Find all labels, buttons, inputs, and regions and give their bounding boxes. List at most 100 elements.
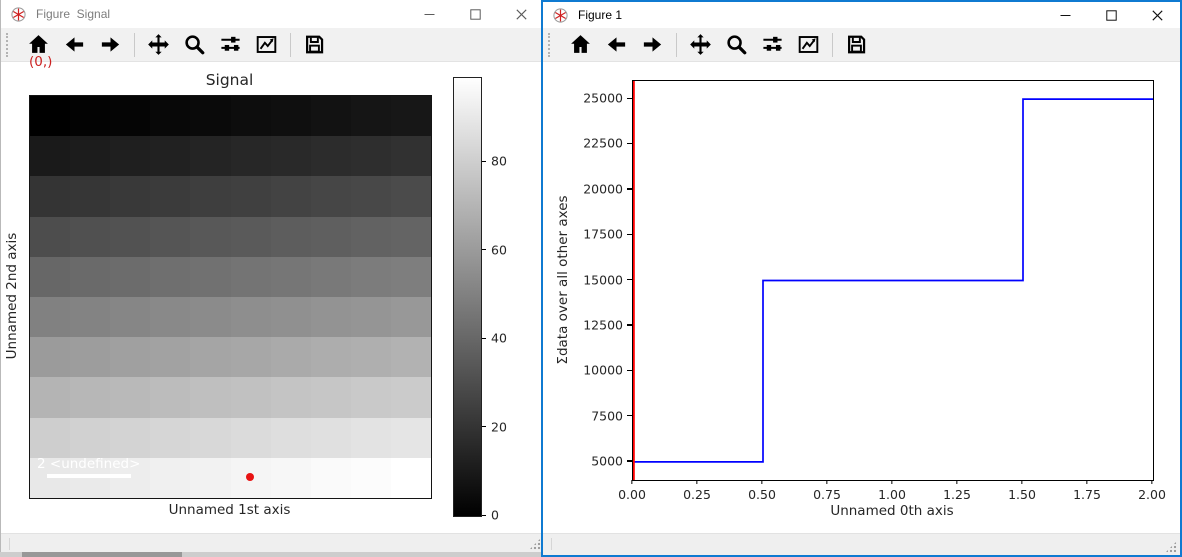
heatmap-cell[interactable] (30, 377, 72, 419)
heatmap-cell[interactable] (70, 418, 112, 460)
heatmap-cell[interactable] (271, 458, 313, 499)
heatmap-cell[interactable] (70, 257, 112, 299)
heatmap-cell[interactable] (391, 297, 432, 339)
position-marker-dot[interactable] (246, 473, 254, 481)
heatmap-cell[interactable] (271, 176, 313, 218)
heatmap-cell[interactable] (271, 257, 313, 299)
signal-heatmap[interactable] (29, 95, 432, 499)
heatmap-cell[interactable] (311, 96, 353, 138)
heatmap-cell[interactable] (351, 176, 393, 218)
heatmap-cell[interactable] (30, 297, 72, 339)
heatmap-cell[interactable] (190, 377, 232, 419)
heatmap-cell[interactable] (391, 136, 432, 178)
heatmap-cell[interactable] (391, 96, 432, 138)
back-button[interactable] (59, 30, 90, 59)
heatmap-cell[interactable] (231, 257, 273, 299)
heatmap-cell[interactable] (271, 96, 313, 138)
heatmap-cell[interactable] (150, 217, 192, 259)
heatmap-cell[interactable] (110, 217, 152, 259)
heatmap-cell[interactable] (150, 377, 192, 419)
heatmap-cell[interactable] (70, 297, 112, 339)
heatmap-cell[interactable] (190, 96, 232, 138)
heatmap-cell[interactable] (311, 418, 353, 460)
configure-subplots-button[interactable] (215, 30, 246, 59)
heatmap-cell[interactable] (271, 217, 313, 259)
resize-grip[interactable] (1165, 541, 1177, 553)
heatmap-cell[interactable] (351, 96, 393, 138)
heatmap-cell[interactable] (391, 418, 432, 460)
heatmap-cell[interactable] (351, 217, 393, 259)
heatmap-cell[interactable] (351, 136, 393, 178)
heatmap-cell[interactable] (30, 418, 72, 460)
zoom-button[interactable] (179, 30, 210, 59)
heatmap-cell[interactable] (150, 418, 192, 460)
heatmap-cell[interactable] (271, 136, 313, 178)
heatmap-cell[interactable] (110, 337, 152, 379)
heatmap-cell[interactable] (231, 297, 273, 339)
heatmap-cell[interactable] (231, 217, 273, 259)
titlebar-left[interactable]: Figure Signal (1, 0, 544, 28)
heatmap-cell[interactable] (231, 377, 273, 419)
heatmap-cell[interactable] (70, 217, 112, 259)
edit-axes-button[interactable] (251, 30, 282, 59)
heatmap-cell[interactable] (70, 96, 112, 138)
heatmap-cell[interactable] (231, 337, 273, 379)
heatmap-cell[interactable] (391, 176, 432, 218)
heatmap-cell[interactable] (351, 297, 393, 339)
background-scrollbar[interactable] (0, 552, 541, 557)
heatmap-cell[interactable] (190, 136, 232, 178)
heatmap-cell[interactable] (190, 297, 232, 339)
heatmap-cell[interactable] (271, 418, 313, 460)
heatmap-cell[interactable] (351, 458, 393, 499)
heatmap-cell[interactable] (311, 458, 353, 499)
heatmap-cell[interactable] (311, 136, 353, 178)
heatmap-cell[interactable] (150, 337, 192, 379)
heatmap-cell[interactable] (351, 418, 393, 460)
heatmap-cell[interactable] (190, 257, 232, 299)
heatmap-cell[interactable] (351, 337, 393, 379)
heatmap-cell[interactable] (110, 297, 152, 339)
heatmap-cell[interactable] (150, 96, 192, 138)
scrollbar-thumb[interactable] (22, 552, 182, 557)
pan-button[interactable] (143, 30, 174, 59)
heatmap-cell[interactable] (231, 176, 273, 218)
close-button[interactable] (498, 0, 544, 28)
heatmap-cell[interactable] (311, 257, 353, 299)
heatmap-cell[interactable] (30, 176, 72, 218)
heatmap-cell[interactable] (70, 337, 112, 379)
heatmap-cell[interactable] (311, 176, 353, 218)
heatmap-cell[interactable] (150, 257, 192, 299)
heatmap-cell[interactable] (150, 297, 192, 339)
forward-button[interactable] (95, 30, 126, 59)
heatmap-cell[interactable] (30, 257, 72, 299)
heatmap-cell[interactable] (271, 377, 313, 419)
heatmap-cell[interactable] (190, 418, 232, 460)
plot-area[interactable] (632, 80, 1154, 481)
heatmap-cell[interactable] (311, 337, 353, 379)
heatmap-cell[interactable] (190, 217, 232, 259)
heatmap-cell[interactable] (110, 377, 152, 419)
toolbar-grip[interactable] (6, 33, 11, 57)
heatmap-cell[interactable] (110, 257, 152, 299)
heatmap-cell[interactable] (231, 96, 273, 138)
heatmap-cell[interactable] (110, 136, 152, 178)
heatmap-cell[interactable] (30, 217, 72, 259)
save-button[interactable] (299, 30, 330, 59)
heatmap-cell[interactable] (231, 136, 273, 178)
heatmap-cell[interactable] (150, 136, 192, 178)
heatmap-cell[interactable] (351, 377, 393, 419)
resize-grip[interactable] (529, 538, 541, 550)
heatmap-cell[interactable] (30, 337, 72, 379)
maximize-button[interactable] (452, 0, 498, 28)
heatmap-cell[interactable] (70, 136, 112, 178)
heatmap-cell[interactable] (110, 96, 152, 138)
heatmap-cell[interactable] (190, 176, 232, 218)
minimize-button[interactable] (406, 0, 452, 28)
heatmap-cell[interactable] (150, 458, 192, 499)
heatmap-cell[interactable] (391, 458, 432, 499)
heatmap-cell[interactable] (150, 176, 192, 218)
heatmap-cell[interactable] (391, 257, 432, 299)
heatmap-cell[interactable] (30, 96, 72, 138)
heatmap-cell[interactable] (271, 337, 313, 379)
heatmap-cell[interactable] (351, 257, 393, 299)
